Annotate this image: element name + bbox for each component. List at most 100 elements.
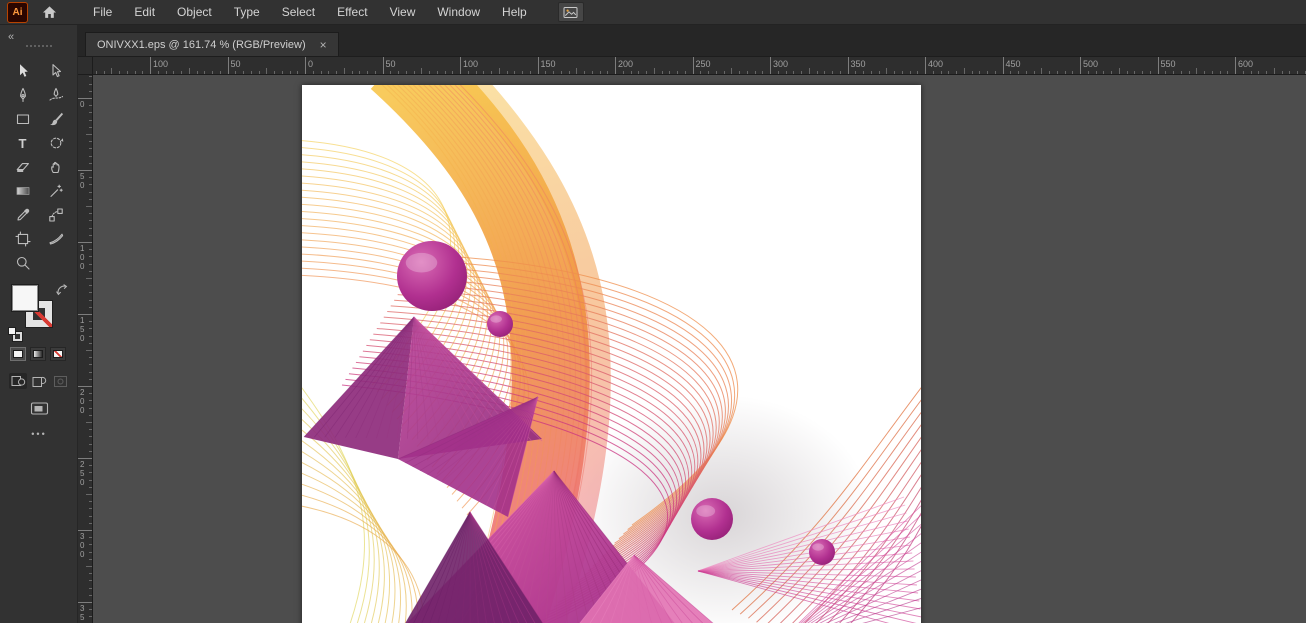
home-button[interactable]: [34, 0, 64, 25]
ruler-tick: [390, 71, 391, 74]
ruler-label: 350: [80, 604, 84, 623]
tab-close-icon[interactable]: ×: [320, 39, 327, 51]
ruler-tick: [1196, 68, 1197, 74]
default-fill-stroke-icon[interactable]: [8, 327, 22, 341]
gradient-tool[interactable]: [6, 179, 39, 203]
eraser-tool[interactable]: [6, 155, 39, 179]
ruler-tick: [89, 184, 92, 185]
pasteboard[interactable]: [93, 75, 1306, 623]
change-screen-mode-button[interactable]: [0, 401, 78, 416]
arrange-documents-button[interactable]: [558, 2, 584, 22]
ruler-tick: [1018, 71, 1019, 74]
ruler-tick: [89, 300, 92, 301]
document-tab[interactable]: ONIVXX1.eps @ 161.74 % (RGB/Preview) ×: [85, 32, 339, 56]
ruler-tick: [142, 71, 143, 74]
curvature-tool[interactable]: [39, 83, 72, 107]
ruler-origin-corner[interactable]: [78, 57, 93, 75]
menu-object[interactable]: Object: [166, 0, 223, 25]
ruler-tick: [631, 71, 632, 74]
rotate-tool[interactable]: [39, 131, 72, 155]
direct-selection-tool[interactable]: [39, 59, 72, 83]
ruler-tick: [809, 68, 810, 74]
zoom-tool[interactable]: [6, 251, 39, 275]
slice-tool[interactable]: [39, 227, 72, 251]
ruler-tick: [243, 71, 244, 74]
fill-none-button[interactable]: [50, 347, 66, 361]
ruler-vertical[interactable]: 050100150200250300350: [78, 75, 93, 623]
ruler-tick: [359, 71, 360, 74]
ruler-tick: [1065, 71, 1066, 74]
eyedropper-tool[interactable]: [6, 203, 39, 227]
menu-window[interactable]: Window: [426, 0, 491, 25]
ruler-tick: [89, 559, 92, 560]
ruler-tick: [282, 71, 283, 74]
selection-tool[interactable]: [6, 59, 39, 83]
ruler-tick: [1057, 71, 1058, 74]
panel-drag-grip[interactable]: [26, 45, 52, 47]
menu-file[interactable]: File: [82, 0, 123, 25]
fill-gradient-button[interactable]: [30, 347, 46, 361]
ruler-tick: [86, 206, 92, 207]
ruler-tick: [251, 71, 252, 74]
ruler-tick: [204, 71, 205, 74]
draw-inside-button[interactable]: [51, 373, 69, 389]
ruler-tick: [197, 71, 198, 74]
ruler-tick: [89, 616, 92, 617]
draw-behind-button[interactable]: [30, 373, 48, 389]
paintbrush-tool[interactable]: [39, 107, 72, 131]
app-logo[interactable]: Ai: [7, 2, 28, 23]
ruler-tick: [89, 501, 92, 502]
menu-type[interactable]: Type: [223, 0, 271, 25]
document-tab-title: ONIVXX1.eps @ 161.74 % (RGB/Preview): [97, 39, 306, 51]
ruler-tick: [522, 71, 523, 74]
ruler-tick: [1282, 71, 1283, 74]
menu-effect[interactable]: Effect: [326, 0, 378, 25]
magic-wand-tool[interactable]: [39, 179, 72, 203]
type-tool[interactable]: T: [6, 131, 39, 155]
fill-color-well[interactable]: [12, 285, 38, 311]
ruler-horizontal[interactable]: 1005005010015020025030035040045050055060…: [78, 57, 1306, 75]
pen-tool[interactable]: [6, 83, 39, 107]
ruler-tick: [979, 71, 980, 74]
ruler-tick: [375, 71, 376, 74]
rectangle-tool[interactable]: [6, 107, 39, 131]
ruler-tick: [677, 71, 678, 74]
direct-selection-icon: [48, 63, 64, 79]
ruler-tick: [778, 71, 779, 74]
ruler-tick: [89, 163, 92, 164]
fill-color-button[interactable]: [10, 347, 26, 361]
ruler-tick: [941, 71, 942, 74]
ruler-tick: [1258, 71, 1259, 74]
gradient-swatch-icon: [33, 350, 43, 358]
ruler-tick: [89, 84, 92, 85]
menu-help[interactable]: Help: [491, 0, 538, 25]
ruler-tick: [89, 379, 92, 380]
artboard[interactable]: [302, 85, 921, 623]
draw-normal-button[interactable]: [9, 373, 27, 389]
edit-toolbar-button[interactable]: •••: [0, 429, 78, 439]
ruler-tick: [910, 71, 911, 74]
swap-fill-stroke-icon[interactable]: [56, 284, 68, 296]
blend-tool[interactable]: [39, 203, 72, 227]
ruler-tick: [669, 71, 670, 74]
ruler-tick: [89, 235, 92, 236]
ruler-tick: [89, 148, 92, 149]
ruler-tick: [995, 71, 996, 74]
ruler-label: 250: [696, 59, 711, 69]
menu-view[interactable]: View: [379, 0, 427, 25]
ruler-tick: [89, 393, 92, 394]
artboard-icon: [15, 231, 31, 247]
menu-select[interactable]: Select: [271, 0, 326, 25]
hand-tool[interactable]: [39, 155, 72, 179]
collapse-panel-icon[interactable]: «: [8, 31, 13, 43]
ruler-tick: [445, 71, 446, 74]
menu-edit[interactable]: Edit: [123, 0, 166, 25]
ruler-tick: [638, 71, 639, 74]
ruler-tick: [135, 71, 136, 74]
artboard-tool[interactable]: [6, 227, 39, 251]
ruler-tick: [1041, 68, 1042, 74]
ruler-tick: [514, 71, 515, 74]
ruler-tick: [1165, 71, 1166, 74]
ruler-major-tick: [693, 57, 694, 74]
ruler-tick: [530, 71, 531, 74]
